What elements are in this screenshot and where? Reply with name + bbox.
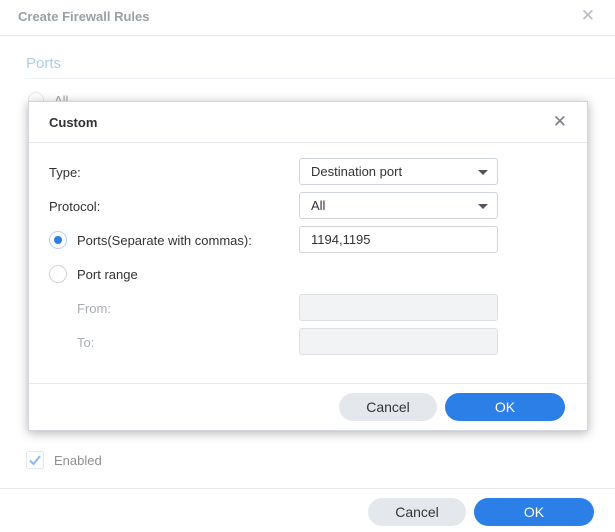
from-label: From: (77, 301, 111, 316)
dialog-title: Create Firewall Rules (18, 9, 150, 24)
type-select[interactable]: Destination port (299, 158, 498, 185)
protocol-label: Protocol: (49, 199, 101, 214)
ports-input[interactable]: 1194,1195 (299, 226, 498, 253)
type-select-value: Destination port (311, 164, 403, 179)
protocol-select-value: All (311, 198, 326, 213)
dialog-titlebar: Create Firewall Rules ✕ (0, 0, 615, 36)
from-input[interactable] (299, 294, 498, 321)
port-range-label: Port range (77, 267, 138, 282)
ports-input-value: 1194,1195 (311, 232, 371, 247)
port-range-radio[interactable] (49, 265, 67, 283)
type-label: Type: (49, 165, 81, 180)
ok-button[interactable]: OK (474, 498, 594, 526)
ports-radio[interactable] (49, 231, 67, 249)
ok-button[interactable]: OK (445, 393, 565, 421)
footer-divider (0, 488, 615, 489)
cancel-button[interactable]: Cancel (368, 498, 466, 526)
to-label: To: (77, 335, 95, 350)
to-input[interactable] (299, 328, 498, 355)
protocol-select[interactable]: All (299, 192, 498, 219)
chevron-down-icon (478, 204, 488, 209)
close-icon[interactable]: ✕ (581, 6, 595, 26)
chevron-down-icon (478, 170, 488, 175)
header-divider (29, 142, 587, 143)
cancel-button[interactable]: Cancel (339, 393, 437, 421)
custom-port-dialog: Custom ✕ Type: Destination port Protocol… (28, 101, 588, 431)
ports-radio-label: Ports(Separate with commas): (77, 233, 252, 248)
close-icon[interactable]: ✕ (553, 112, 567, 132)
custom-dialog-title: Custom (49, 115, 98, 130)
footer-divider (29, 383, 587, 384)
